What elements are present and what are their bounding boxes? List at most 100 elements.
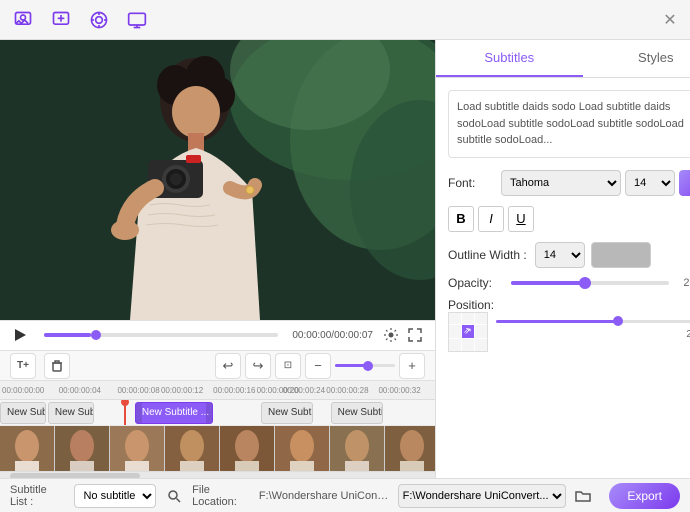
video-section: 00:00:00/00:00:07 xyxy=(0,40,435,478)
clip-label: New Subtitle ... xyxy=(338,407,383,418)
position-grid: ↗ xyxy=(448,312,488,352)
opacity-label: Opacity: xyxy=(448,276,503,290)
play-button[interactable] xyxy=(10,325,30,345)
pos-botright[interactable] xyxy=(475,339,487,351)
right-panel: Subtitles Styles Load subtitle daids sod… xyxy=(435,40,690,478)
subtitle-track: New Subtitle ... New Subtitle ... New Su… xyxy=(0,400,435,426)
timeline-scrollbar[interactable] xyxy=(0,471,435,478)
close-button[interactable]: ✕ xyxy=(660,10,680,30)
add-screen-icon[interactable] xyxy=(124,7,150,33)
opacity-value: 20/100 xyxy=(677,277,690,289)
search-button[interactable] xyxy=(164,485,184,507)
tab-subtitles[interactable]: Subtitles xyxy=(436,40,583,77)
add-photo-icon[interactable] xyxy=(86,7,112,33)
panel-content: Load subtitle daids sodo Load subtitle d… xyxy=(436,78,690,478)
clip-label: New Subtitle ... xyxy=(142,407,209,418)
subtitle-clip-1[interactable]: New Subtitle ... xyxy=(0,402,46,424)
subtitle-text-area[interactable]: Load subtitle daids sodo Load subtitle d… xyxy=(448,90,690,158)
undo-button[interactable]: ↩ xyxy=(215,353,241,379)
scroll-thumb[interactable] xyxy=(10,473,140,478)
clip-handle-right[interactable] xyxy=(206,403,212,423)
zoom-controls: ↩ ↪ ⊡ − + xyxy=(215,353,425,379)
underline-button[interactable]: U xyxy=(508,206,534,232)
pos-botcenter[interactable] xyxy=(462,339,474,351)
time-display: 00:00:00/00:00:07 xyxy=(292,330,373,341)
panel-tabs: Subtitles Styles xyxy=(436,40,690,78)
photo-thumb-7 xyxy=(330,426,385,470)
ruler-mark-8: 00:00:00:08 xyxy=(117,386,159,395)
file-path: F:\Wondershare UniConvert... xyxy=(259,490,390,502)
pos-topright[interactable] xyxy=(475,313,487,325)
tab-styles[interactable]: Styles xyxy=(583,40,690,77)
zoom-in-button[interactable]: + xyxy=(399,353,425,379)
position-sliders: 20/100 xyxy=(496,312,690,340)
timeline-ruler: 00:00:00:00 00:00:00:04 00:00:00:08 00:0… xyxy=(0,381,435,400)
clip-label: New Subtitle ... xyxy=(7,407,46,418)
font-family-select[interactable]: Tahoma xyxy=(501,170,621,196)
font-label: Font: xyxy=(448,176,493,190)
bold-button[interactable]: B xyxy=(448,206,474,232)
subtitle-clip-4[interactable]: New Subtitle ... xyxy=(261,402,313,424)
position-x-value: 20/100 xyxy=(496,329,690,340)
opacity-slider[interactable] xyxy=(511,281,669,285)
clip-label: New Subtitle ... xyxy=(268,407,313,418)
export-button[interactable]: Export xyxy=(609,483,680,509)
outline-row: Outline Width : 14 xyxy=(448,242,690,268)
pos-midleft[interactable] xyxy=(449,325,461,338)
bottom-bar: Subtitle List : No subtitle File Locatio… xyxy=(0,478,690,512)
italic-button[interactable]: I xyxy=(478,206,504,232)
ruler-mark-4: 00:00:00:04 xyxy=(59,386,101,395)
zoom-out-button[interactable]: − xyxy=(305,353,331,379)
file-location-label: File Location: xyxy=(192,484,251,508)
playhead[interactable] xyxy=(124,400,126,425)
folder-icon[interactable] xyxy=(574,485,594,507)
position-x-slider[interactable] xyxy=(496,320,690,323)
photo-thumb-5 xyxy=(220,426,275,470)
video-preview xyxy=(0,40,435,320)
subtitle-clip-3[interactable]: New Subtitle ... xyxy=(135,402,213,424)
font-row: Font: Tahoma 14 xyxy=(448,170,690,196)
pos-midcenter[interactable]: ↗ xyxy=(462,325,474,338)
clip-handle-left[interactable] xyxy=(136,403,142,423)
ruler-mark-0: 00:00:00:00 xyxy=(2,386,44,395)
fit-button[interactable]: ⊡ xyxy=(275,353,301,379)
pos-botleft[interactable] xyxy=(449,339,461,351)
pos-topcenter[interactable] xyxy=(462,313,474,325)
opacity-row: Opacity: 20/100 xyxy=(448,276,690,290)
ruler-mark-16: 00:00:00:16 xyxy=(213,386,255,395)
fullscreen-icon[interactable] xyxy=(405,325,425,345)
redo-button[interactable]: ↪ xyxy=(245,353,271,379)
delete-button[interactable] xyxy=(44,353,70,379)
subtitle-list-label: Subtitle List : xyxy=(10,484,66,508)
playback-controls-right xyxy=(381,325,425,345)
subtitle-clip-5[interactable]: New Subtitle ... xyxy=(331,402,383,424)
photo-thumb-2 xyxy=(55,426,110,470)
timeline-scrubber[interactable] xyxy=(44,333,278,337)
top-toolbar: ✕ xyxy=(0,0,690,40)
position-grid-row: ↗ 20/100 xyxy=(448,312,690,352)
ruler-mark-32: 00:00:00:32 xyxy=(378,386,420,395)
zoom-slider[interactable] xyxy=(335,364,395,367)
add-subtitle-button[interactable]: T+ xyxy=(10,353,36,379)
font-color-button[interactable] xyxy=(679,170,690,196)
app-window: ✕ xyxy=(0,0,690,512)
main-area: 00:00:00/00:00:07 xyxy=(0,40,690,478)
pos-midright[interactable] xyxy=(475,325,487,338)
timeline-toolbar: T+ ↩ ↪ ⊡ − xyxy=(0,350,435,382)
add-media-icon[interactable] xyxy=(10,7,36,33)
video-controls-bar: 00:00:00/00:00:07 xyxy=(0,320,435,350)
settings-icon[interactable] xyxy=(381,325,401,345)
file-path-select[interactable]: F:\Wondershare UniConvert... xyxy=(398,484,566,508)
subtitle-clip-2[interactable]: New Subtitle ... xyxy=(48,402,94,424)
photo-thumb-1 xyxy=(0,426,55,470)
outline-width-select[interactable]: 14 xyxy=(535,242,585,268)
ruler-mark-12: 00:00:00:12 xyxy=(161,386,203,395)
position-label: Position: xyxy=(448,298,690,312)
pos-topleft[interactable] xyxy=(449,313,461,325)
photo-track xyxy=(0,426,435,470)
add-clip-icon[interactable] xyxy=(48,7,74,33)
subtitle-list-select[interactable]: No subtitle xyxy=(74,484,156,508)
font-size-select[interactable]: 14 xyxy=(625,170,675,196)
outline-color-picker[interactable] xyxy=(591,242,651,268)
format-buttons: B I U xyxy=(448,206,690,232)
